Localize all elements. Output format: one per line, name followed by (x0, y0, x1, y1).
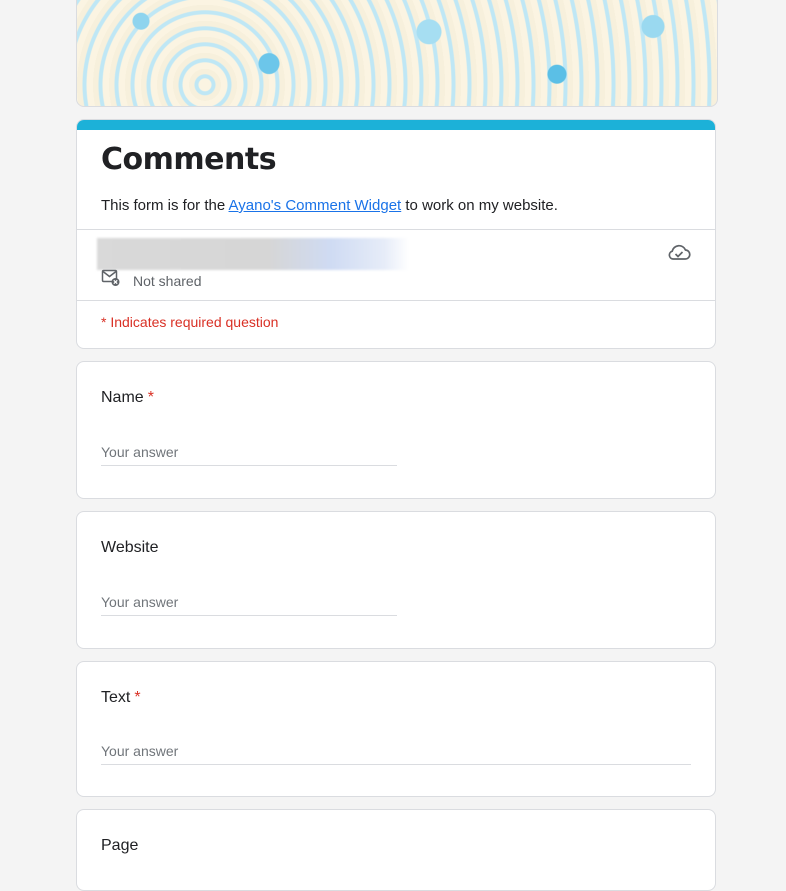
website-answer-input[interactable]: Your answer (101, 593, 397, 616)
question-card-text: Text * Your answer (76, 661, 716, 797)
question-title: Website (101, 539, 159, 556)
question-label: Name * (101, 389, 154, 407)
required-asterisk: * (134, 689, 141, 706)
accent-bar (77, 120, 715, 130)
question-title: Text (101, 689, 131, 706)
required-note: * Indicates required question (101, 314, 279, 330)
question-label: Text * (101, 689, 141, 707)
email-share-status: Not shared (101, 269, 201, 292)
question-label: Website (101, 539, 159, 557)
question-card-website: Website Your answer (76, 511, 716, 649)
text-answer-input[interactable]: Your answer (101, 742, 691, 765)
email-status-text: Not shared (133, 272, 202, 289)
question-label: Page (101, 837, 138, 855)
header-banner-image (76, 0, 718, 107)
question-title: Name (101, 389, 144, 406)
form-description: This form is for the Ayano's Comment Wid… (101, 197, 558, 214)
divider (77, 229, 715, 230)
divider (77, 300, 715, 301)
description-text-before: This form is for the (101, 197, 229, 214)
cloud-done-icon (667, 242, 691, 267)
account-email-redacted (97, 238, 409, 270)
question-card-name: Name * Your answer (76, 361, 716, 499)
required-asterisk: * (147, 389, 154, 406)
question-title: Page (101, 837, 139, 854)
name-answer-input[interactable]: Your answer (101, 443, 397, 466)
form-header-card: Comments This form is for the Ayano's Co… (76, 119, 716, 349)
mail-off-icon (101, 269, 121, 292)
description-text-after: to work on my website. (401, 197, 558, 214)
question-card-page: Page (76, 809, 716, 891)
form-title: Comments (101, 142, 277, 177)
description-link[interactable]: Ayano's Comment Widget (229, 197, 402, 214)
